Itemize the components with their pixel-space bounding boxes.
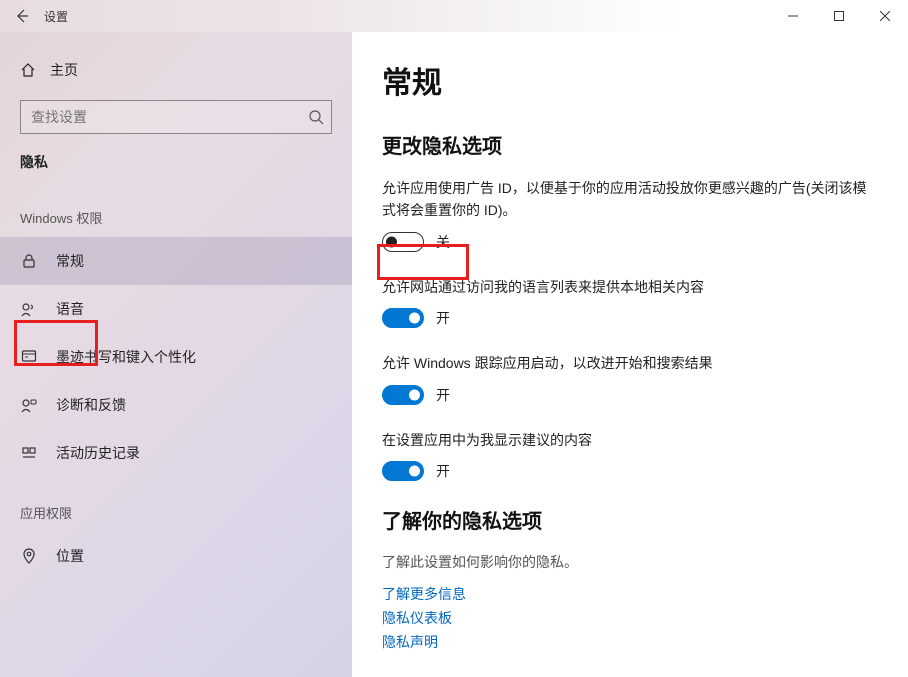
opt2-state: 开 <box>436 308 450 328</box>
back-arrow-icon <box>14 8 30 24</box>
search-input[interactable] <box>20 100 332 134</box>
nav-general-label: 常规 <box>56 251 84 271</box>
nav-activity[interactable]: 活动历史记录 <box>0 429 352 477</box>
opt2-desc: 允许网站通过访问我的语言列表来提供本地相关内容 <box>382 276 868 298</box>
nav-activity-label: 活动历史记录 <box>56 443 140 463</box>
section-windows-permissions: Windows 权限 <box>0 182 352 237</box>
section-learn-privacy: 了解你的隐私选项 <box>382 505 868 534</box>
opt1-desc: 允许应用使用广告 ID，以便基于你的应用活动投放你更感兴趣的广告(关闭该模式将会… <box>382 177 868 222</box>
link-privacy-statement[interactable]: 隐私声明 <box>382 632 868 652</box>
titlebar: 设置 <box>0 0 908 32</box>
search-icon <box>308 109 324 125</box>
opt1-state: 关 <box>436 232 450 252</box>
maximize-icon <box>834 11 844 21</box>
opt1-toggle[interactable] <box>382 232 424 252</box>
link-privacy-dashboard[interactable]: 隐私仪表板 <box>382 608 868 628</box>
nav-location[interactable]: 位置 <box>0 532 352 580</box>
page-title: 常规 <box>382 58 868 102</box>
nav-speech-label: 语音 <box>56 299 84 319</box>
maximize-button[interactable] <box>816 0 862 32</box>
back-button[interactable] <box>0 0 44 32</box>
learn-desc: 了解此设置如何影响你的隐私。 <box>382 552 868 572</box>
opt3-toggle[interactable] <box>382 385 424 405</box>
category-title: 隐私 <box>0 152 352 182</box>
nav-ink-label: 墨迹书写和键入个性化 <box>56 347 196 367</box>
minimize-icon <box>788 11 798 21</box>
main-content: 常规 更改隐私选项 允许应用使用广告 ID，以便基于你的应用活动投放你更感兴趣的… <box>352 32 908 677</box>
home-icon <box>20 62 36 78</box>
nav-diagnostics[interactable]: 诊断和反馈 <box>0 381 352 429</box>
ink-icon <box>20 349 38 365</box>
opt4-toggle[interactable] <box>382 461 424 481</box>
nav-diagnostics-label: 诊断和反馈 <box>56 395 126 415</box>
speech-icon <box>20 301 38 317</box>
nav-general[interactable]: 常规 <box>0 237 352 285</box>
opt4-state: 开 <box>436 461 450 481</box>
minimize-button[interactable] <box>770 0 816 32</box>
nav-location-label: 位置 <box>56 546 84 566</box>
opt3-desc: 允许 Windows 跟踪应用启动，以改进开始和搜索结果 <box>382 352 868 374</box>
nav-speech[interactable]: 语音 <box>0 285 352 333</box>
home-link[interactable]: 主页 <box>0 50 352 90</box>
feedback-icon <box>20 397 38 413</box>
window-title: 设置 <box>44 8 68 25</box>
activity-icon <box>20 445 38 461</box>
section-change-privacy: 更改隐私选项 <box>382 130 868 159</box>
opt3-state: 开 <box>436 385 450 405</box>
nav-ink[interactable]: 墨迹书写和键入个性化 <box>0 333 352 381</box>
opt2-toggle[interactable] <box>382 308 424 328</box>
home-label: 主页 <box>50 60 78 80</box>
close-button[interactable] <box>862 0 908 32</box>
link-learn-more[interactable]: 了解更多信息 <box>382 584 868 604</box>
sidebar: 主页 隐私 Windows 权限 常规 语音 墨迹书写和键入个性化 <box>0 32 352 677</box>
close-icon <box>880 11 890 21</box>
location-icon <box>20 548 38 564</box>
opt4-desc: 在设置应用中为我显示建议的内容 <box>382 429 868 451</box>
section-app-permissions: 应用权限 <box>0 477 352 532</box>
lock-icon <box>20 253 38 269</box>
